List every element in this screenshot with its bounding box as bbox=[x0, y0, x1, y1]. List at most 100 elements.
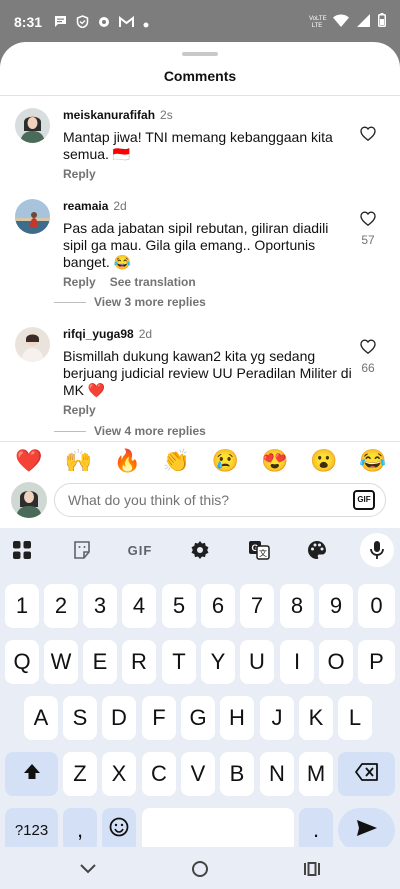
sticker-icon[interactable] bbox=[70, 538, 94, 562]
reaction-raising-hands[interactable]: 🙌 bbox=[63, 448, 93, 474]
key-n[interactable]: N bbox=[260, 752, 294, 796]
reaction-heart-eyes[interactable]: 😍 bbox=[260, 448, 290, 474]
sheet-title: Comments bbox=[163, 68, 237, 84]
reply-button[interactable]: Reply bbox=[63, 275, 96, 289]
gif-icon[interactable]: GIF bbox=[122, 538, 158, 562]
key-b[interactable]: B bbox=[220, 752, 254, 796]
shift-key[interactable] bbox=[5, 752, 58, 796]
symbols-key[interactable]: ?123 bbox=[5, 808, 58, 852]
key-d[interactable]: D bbox=[102, 696, 136, 740]
key-7[interactable]: 7 bbox=[240, 584, 274, 628]
key-j[interactable]: J bbox=[260, 696, 294, 740]
username[interactable]: reamaia bbox=[63, 199, 108, 213]
emoji-key[interactable] bbox=[102, 808, 136, 852]
comment-header: rifqi_yuga98 2d bbox=[63, 325, 353, 343]
dot-icon bbox=[143, 15, 149, 33]
comma-key[interactable]: , bbox=[63, 808, 97, 852]
view-more-replies-button[interactable]: View 4 more replies bbox=[54, 424, 206, 438]
key-m[interactable]: M bbox=[299, 752, 333, 796]
avatar[interactable] bbox=[15, 327, 50, 362]
comment-time: 2s bbox=[160, 108, 173, 122]
key-v[interactable]: V bbox=[181, 752, 215, 796]
heart-outline-icon bbox=[360, 339, 376, 358]
key-t[interactable]: T bbox=[162, 640, 196, 684]
like-button[interactable]: 57 bbox=[356, 211, 380, 247]
key-f[interactable]: F bbox=[142, 696, 176, 740]
key-8[interactable]: 8 bbox=[280, 584, 314, 628]
palette-icon[interactable] bbox=[305, 538, 329, 562]
space-key[interactable] bbox=[142, 808, 294, 852]
key-l[interactable]: L bbox=[338, 696, 372, 740]
comment-header: meiskanurafifah 2s bbox=[63, 106, 353, 124]
comment-input-box: GIF bbox=[54, 483, 386, 517]
key-o[interactable]: O bbox=[319, 640, 353, 684]
reply-button[interactable]: Reply bbox=[63, 167, 96, 181]
microphone-icon[interactable] bbox=[360, 533, 394, 567]
key-x[interactable]: X bbox=[102, 752, 136, 796]
key-0[interactable]: 0 bbox=[358, 584, 395, 628]
back-chevron-icon[interactable] bbox=[76, 857, 100, 881]
comments-sheet: Comments meiskanurafifah 2s Mantap jiwa! … bbox=[0, 42, 400, 889]
username[interactable]: meiskanurafifah bbox=[63, 108, 155, 122]
backspace-icon bbox=[354, 761, 379, 787]
like-count: 57 bbox=[361, 233, 375, 247]
key-h[interactable]: H bbox=[220, 696, 254, 740]
comment-time: 2d bbox=[138, 327, 153, 341]
send-key[interactable] bbox=[338, 808, 395, 852]
like-button[interactable]: 66 bbox=[356, 339, 380, 375]
period-key[interactable]: . bbox=[299, 808, 333, 852]
key-q[interactable]: Q bbox=[5, 640, 39, 684]
key-9[interactable]: 9 bbox=[319, 584, 353, 628]
divider bbox=[0, 95, 400, 96]
like-button[interactable] bbox=[356, 126, 380, 148]
comment-actions: Reply See translation bbox=[63, 275, 353, 289]
see-translation-button[interactable]: See translation bbox=[110, 275, 196, 289]
avatar[interactable] bbox=[15, 199, 50, 234]
shield-icon bbox=[76, 15, 89, 33]
key-s[interactable]: S bbox=[63, 696, 97, 740]
comment-body: rifqi_yuga98 2d Bismillah dukung kawan2 k… bbox=[63, 325, 353, 417]
key-u[interactable]: U bbox=[240, 640, 274, 684]
comment-actions: Reply bbox=[63, 167, 353, 181]
reaction-laughing[interactable]: 😂 bbox=[358, 448, 388, 474]
key-3[interactable]: 3 bbox=[83, 584, 117, 628]
key-e[interactable]: E bbox=[83, 640, 117, 684]
key-a[interactable]: A bbox=[24, 696, 58, 740]
quick-reactions: ❤️ 🙌 🔥 👏 😢 😍 😮 😂 bbox=[14, 448, 388, 474]
username[interactable]: rifqi_yuga98 bbox=[63, 327, 134, 341]
key-w[interactable]: W bbox=[44, 640, 78, 684]
key-6[interactable]: 6 bbox=[201, 584, 235, 628]
key-i[interactable]: I bbox=[280, 640, 314, 684]
reaction-crying[interactable]: 😢 bbox=[211, 448, 241, 474]
key-5[interactable]: 5 bbox=[162, 584, 196, 628]
key-y[interactable]: Y bbox=[201, 640, 235, 684]
reaction-fire[interactable]: 🔥 bbox=[112, 448, 142, 474]
key-1[interactable]: 1 bbox=[5, 584, 39, 628]
settings-gear-icon[interactable] bbox=[188, 538, 212, 562]
key-c[interactable]: C bbox=[142, 752, 176, 796]
avatar[interactable] bbox=[15, 108, 50, 143]
key-r[interactable]: R bbox=[122, 640, 156, 684]
key-g[interactable]: G bbox=[181, 696, 215, 740]
emoji-icon bbox=[109, 817, 129, 843]
key-p[interactable]: P bbox=[358, 640, 395, 684]
comment-input[interactable] bbox=[68, 492, 328, 508]
reaction-clap[interactable]: 👏 bbox=[161, 448, 191, 474]
key-4[interactable]: 4 bbox=[122, 584, 156, 628]
key-z[interactable]: Z bbox=[63, 752, 97, 796]
home-circle-icon[interactable] bbox=[188, 857, 212, 881]
reaction-heart[interactable]: ❤️ bbox=[14, 448, 44, 474]
key-2[interactable]: 2 bbox=[44, 584, 78, 628]
translate-icon[interactable]: G文 bbox=[247, 538, 271, 562]
notification-icons bbox=[54, 15, 149, 33]
comment-text: Pas ada jabatan sipil rebutan, giliran d… bbox=[63, 220, 329, 270]
reply-button[interactable]: Reply bbox=[63, 403, 96, 417]
reaction-surprised[interactable]: 😮 bbox=[309, 448, 339, 474]
sheet-drag-handle[interactable] bbox=[182, 52, 218, 56]
view-more-replies-button[interactable]: View 3 more replies bbox=[54, 295, 206, 309]
backspace-key[interactable] bbox=[338, 752, 395, 796]
gif-button[interactable]: GIF bbox=[353, 490, 375, 510]
key-k[interactable]: K bbox=[299, 696, 333, 740]
apps-grid-icon[interactable] bbox=[10, 538, 34, 562]
recents-icon[interactable] bbox=[300, 857, 324, 881]
